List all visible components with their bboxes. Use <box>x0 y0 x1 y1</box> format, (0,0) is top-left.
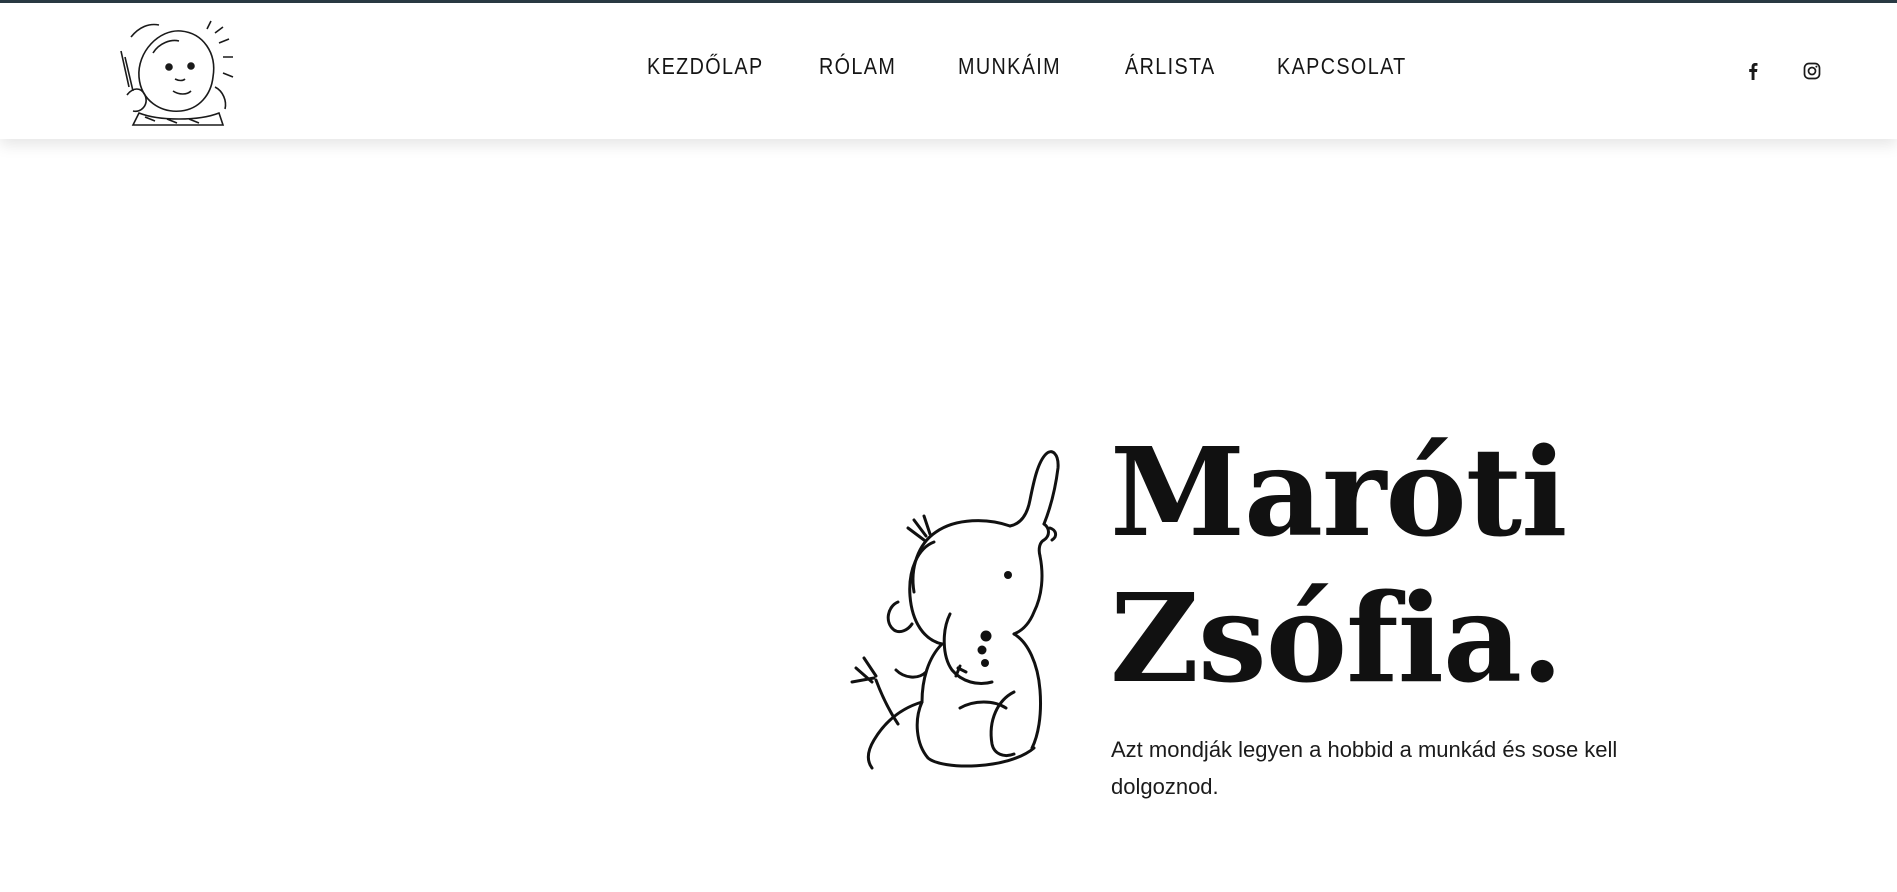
facebook-icon <box>1749 63 1758 80</box>
hero-section: Maróti Zsófia. Azt mondják legyen a hobb… <box>0 139 1897 892</box>
nav-item-rolam[interactable]: RÓLAM <box>819 53 896 80</box>
elephant-icon <box>850 450 1060 770</box>
instagram-link[interactable] <box>1801 60 1823 82</box>
nav-item-arlista[interactable]: ÁRLISTA <box>1125 53 1216 80</box>
title-line-first: Maróti <box>1110 420 1567 564</box>
nav-item-munkaim[interactable]: MUNKÁIM <box>958 53 1061 80</box>
instagram-icon <box>1803 62 1821 80</box>
site-logo[interactable] <box>119 17 237 127</box>
elephant-illustration <box>838 444 1078 770</box>
nav-item-kapcsolat[interactable]: KAPCSOLAT <box>1277 53 1407 80</box>
title-line-second: Zsófia. <box>1110 566 1563 710</box>
facebook-link[interactable] <box>1742 60 1764 82</box>
page-title: Maróti Zsófia. <box>1110 419 1567 711</box>
site-header: KEZDŐLAP RÓLAM MUNKÁIM ÁRLISTA KAPCSOLAT <box>0 3 1897 139</box>
baby-illustration-logo-icon <box>120 20 234 126</box>
nav-item-kezdolap[interactable]: KEZDŐLAP <box>647 53 764 80</box>
hero-tagline: Azt mondják legyen a hobbid a munkád és … <box>1111 737 1618 799</box>
